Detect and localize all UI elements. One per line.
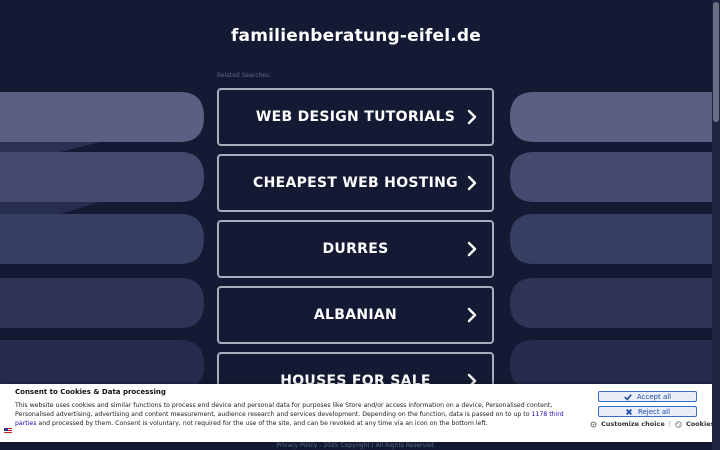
- accept-all-button[interactable]: Accept all: [598, 391, 697, 402]
- search-link-label: ALBANIAN: [313, 307, 398, 323]
- site-title: familienberatung-eifel.de: [230, 26, 482, 46]
- search-link-label: DURRES: [322, 241, 389, 257]
- vertical-scrollbar[interactable]: [712, 0, 720, 450]
- cookie-consent-banner: Consent to Cookies & Data processing Thi…: [0, 384, 720, 442]
- search-link-cheapest-web-hosting[interactable]: CHEAPEST WEB HOSTING: [217, 154, 494, 212]
- consent-text-part1: This website uses cookies and similar fu…: [15, 402, 553, 419]
- search-link-web-design-tutorials[interactable]: WEB DESIGN TUTORIALS: [217, 88, 494, 146]
- reject-all-button[interactable]: Reject all: [598, 406, 697, 417]
- chevron-right-icon: [467, 241, 477, 257]
- search-link-albanian[interactable]: ALBANIAN: [217, 286, 494, 344]
- options-separator: |: [668, 420, 671, 428]
- gear-icon: [590, 420, 597, 428]
- consent-text: This website uses cookies and similar fu…: [15, 401, 585, 429]
- search-link-label: WEB DESIGN TUTORIALS: [255, 109, 456, 125]
- privacy-policy-link[interactable]: Privacy Policy: [276, 442, 317, 449]
- consent-title: Consent to Cookies & Data processing: [15, 388, 166, 396]
- search-link-durres[interactable]: DURRES: [217, 220, 494, 278]
- consent-options: Customize choice | Cookies: [590, 420, 715, 428]
- cookies-link[interactable]: Cookies: [686, 420, 715, 428]
- x-icon: [625, 408, 632, 415]
- flag-icon[interactable]: [4, 428, 12, 434]
- consent-text-part2: and processed by them. Consent is volunt…: [36, 420, 488, 428]
- reject-all-label: Reject all: [637, 407, 671, 416]
- accept-all-label: Accept all: [636, 392, 672, 401]
- chevron-right-icon: [467, 109, 477, 125]
- footer: Privacy Policy - 2025 Copyright | All Ri…: [276, 442, 436, 449]
- copyright-text: 2025 Copyright | All Rights Reserved.: [323, 442, 436, 449]
- cookie-icon: [675, 420, 682, 428]
- right-decoration-arrows: [510, 92, 712, 390]
- related-searches-label: Related Searches:: [217, 72, 272, 79]
- customize-choice-link[interactable]: Customize choice: [601, 420, 665, 428]
- chevron-right-icon: [467, 175, 477, 191]
- scrollbar-thumb[interactable]: [713, 2, 719, 122]
- check-icon: [624, 393, 632, 401]
- chevron-right-icon: [467, 307, 477, 323]
- search-link-label: CHEAPEST WEB HOSTING: [253, 175, 458, 191]
- left-decoration-arrows: [0, 92, 204, 390]
